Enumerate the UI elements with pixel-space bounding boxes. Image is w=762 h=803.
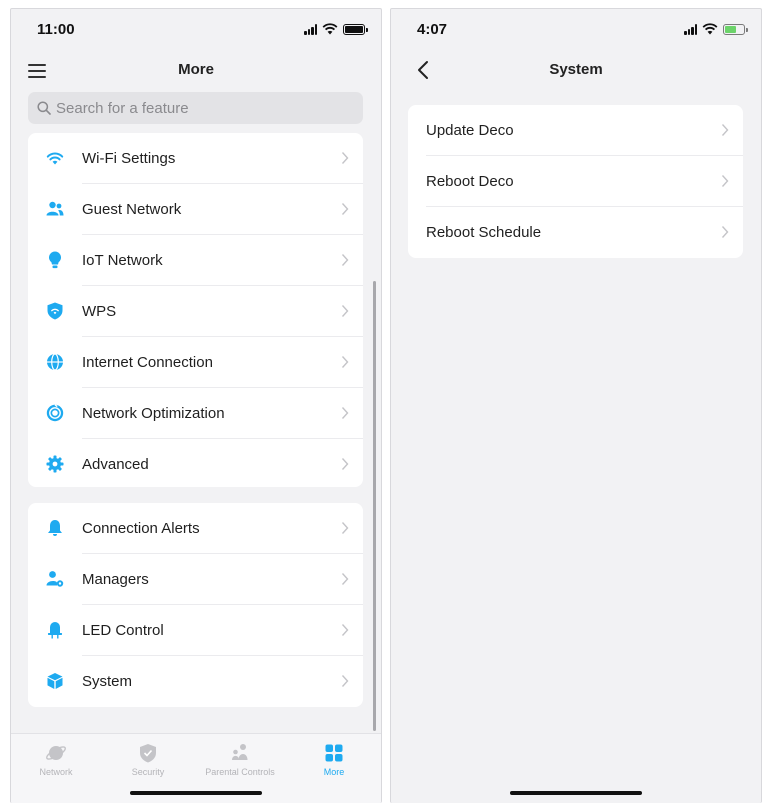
menu-item-label: Reboot Deco <box>426 173 514 190</box>
menu-item-label: Connection Alerts <box>82 520 200 537</box>
signal-icon <box>684 23 697 35</box>
menu-item-reboot-deco[interactable]: Reboot Deco <box>408 156 743 207</box>
led-icon <box>48 622 62 639</box>
wps-shield-icon <box>47 302 63 320</box>
bell-icon <box>48 520 62 536</box>
menu-item-managers[interactable]: Managers <box>28 554 363 605</box>
tab-label: More <box>323 767 345 777</box>
tab-label: Security <box>131 767 165 777</box>
status-bar: 11:00 <box>11 9 381 53</box>
globe-icon <box>47 353 63 371</box>
menu-item-led-control[interactable]: LED Control <box>28 605 363 656</box>
tab-parental-controls[interactable]: Parental Controls <box>195 742 285 777</box>
planet-icon <box>46 746 66 760</box>
menu-item-reboot-schedule[interactable]: Reboot Schedule <box>408 207 743 258</box>
chevron-right-icon <box>341 624 349 636</box>
system-card: Update Deco Reboot Deco Reboot Schedule <box>408 105 743 258</box>
status-time: 4:07 <box>417 21 448 38</box>
wifi-status-icon <box>702 23 718 35</box>
menu-item-connection-alerts[interactable]: Connection Alerts <box>28 503 363 554</box>
menu-item-advanced[interactable]: Advanced <box>28 439 363 487</box>
search-input[interactable]: Search for a feature <box>28 92 363 124</box>
battery-icon <box>343 23 368 35</box>
chevron-right-icon <box>721 226 729 238</box>
shield-icon <box>140 744 156 763</box>
gear-icon <box>46 455 64 473</box>
chevron-right-icon <box>341 254 349 266</box>
optimization-icon <box>46 404 64 422</box>
tab-network[interactable]: Network <box>11 742 101 777</box>
family-icon <box>232 744 248 760</box>
tab-more[interactable]: More <box>289 742 379 777</box>
page-title: System <box>549 61 603 78</box>
chevron-right-icon <box>341 356 349 368</box>
menu-item-wps[interactable]: WPS <box>28 286 363 337</box>
more-screen: 11:00 More Search for a feature Wi-Fi Se… <box>10 8 382 803</box>
features-card: Wi-Fi Settings Guest Network IoT Network… <box>28 133 363 487</box>
grid-icon <box>325 744 343 762</box>
nav-bar: More <box>11 53 381 89</box>
menu-item-label: Wi-Fi Settings <box>82 150 176 167</box>
tab-label: Network <box>39 767 73 777</box>
menu-item-label: Reboot Schedule <box>426 224 542 241</box>
chevron-right-icon <box>341 305 349 317</box>
tab-security[interactable]: Security <box>103 742 193 777</box>
guest-users-icon <box>46 201 64 216</box>
menu-item-label: LED Control <box>82 622 164 639</box>
chevron-right-icon <box>341 573 349 585</box>
signal-icon <box>304 23 317 35</box>
menu-item-iot-network[interactable]: IoT Network <box>28 235 363 286</box>
battery-charging-icon <box>723 23 748 35</box>
home-indicator <box>510 791 642 795</box>
menu-item-wifi-settings[interactable]: Wi-Fi Settings <box>28 133 363 184</box>
page-title: More <box>178 61 214 78</box>
home-indicator <box>130 791 262 795</box>
cube-icon <box>47 673 63 689</box>
tab-label: Parental Controls <box>205 767 275 777</box>
menu-item-network-optimization[interactable]: Network Optimization <box>28 388 363 439</box>
menu-item-label: Network Optimization <box>82 405 225 422</box>
menu-item-label: Guest Network <box>82 201 182 218</box>
menu-item-update-deco[interactable]: Update Deco <box>408 105 743 156</box>
menu-item-label: Internet Connection <box>82 354 213 371</box>
search-icon <box>37 101 51 115</box>
menu-item-internet-connection[interactable]: Internet Connection <box>28 337 363 388</box>
menu-item-label: IoT Network <box>82 252 163 269</box>
chevron-right-icon <box>341 522 349 534</box>
nav-bar: System <box>391 53 761 89</box>
scrollbar[interactable] <box>373 281 376 731</box>
status-icons <box>304 23 368 35</box>
menu-item-label: Managers <box>82 571 149 588</box>
menu-item-label: Update Deco <box>426 122 514 139</box>
system-screen: 4:07 System Update Deco Reboot Deco Rebo… <box>390 8 762 803</box>
chevron-right-icon <box>341 675 349 687</box>
menu-item-guest-network[interactable]: Guest Network <box>28 184 363 235</box>
chevron-right-icon <box>341 152 349 164</box>
status-bar: 4:07 <box>391 9 761 53</box>
settings-card: Connection Alerts Managers LED Control S… <box>28 503 363 707</box>
menu-item-label: WPS <box>82 303 117 320</box>
status-time: 11:00 <box>37 21 75 38</box>
chevron-right-icon <box>341 407 349 419</box>
managers-icon <box>46 571 64 587</box>
menu-item-label: System <box>82 673 133 690</box>
search-placeholder: Search for a feature <box>56 99 189 117</box>
wifi-status-icon <box>322 23 338 35</box>
tab-bar: Network Security Parental Controls More <box>11 733 381 803</box>
chevron-right-icon <box>721 124 729 136</box>
menu-item-system[interactable]: System <box>28 656 363 707</box>
bulb-icon <box>49 251 61 269</box>
status-icons <box>684 23 748 35</box>
chevron-right-icon <box>721 175 729 187</box>
menu-item-label: Advanced <box>82 456 149 473</box>
chevron-right-icon <box>341 458 349 470</box>
wifi-icon <box>46 152 64 165</box>
chevron-right-icon <box>341 203 349 215</box>
